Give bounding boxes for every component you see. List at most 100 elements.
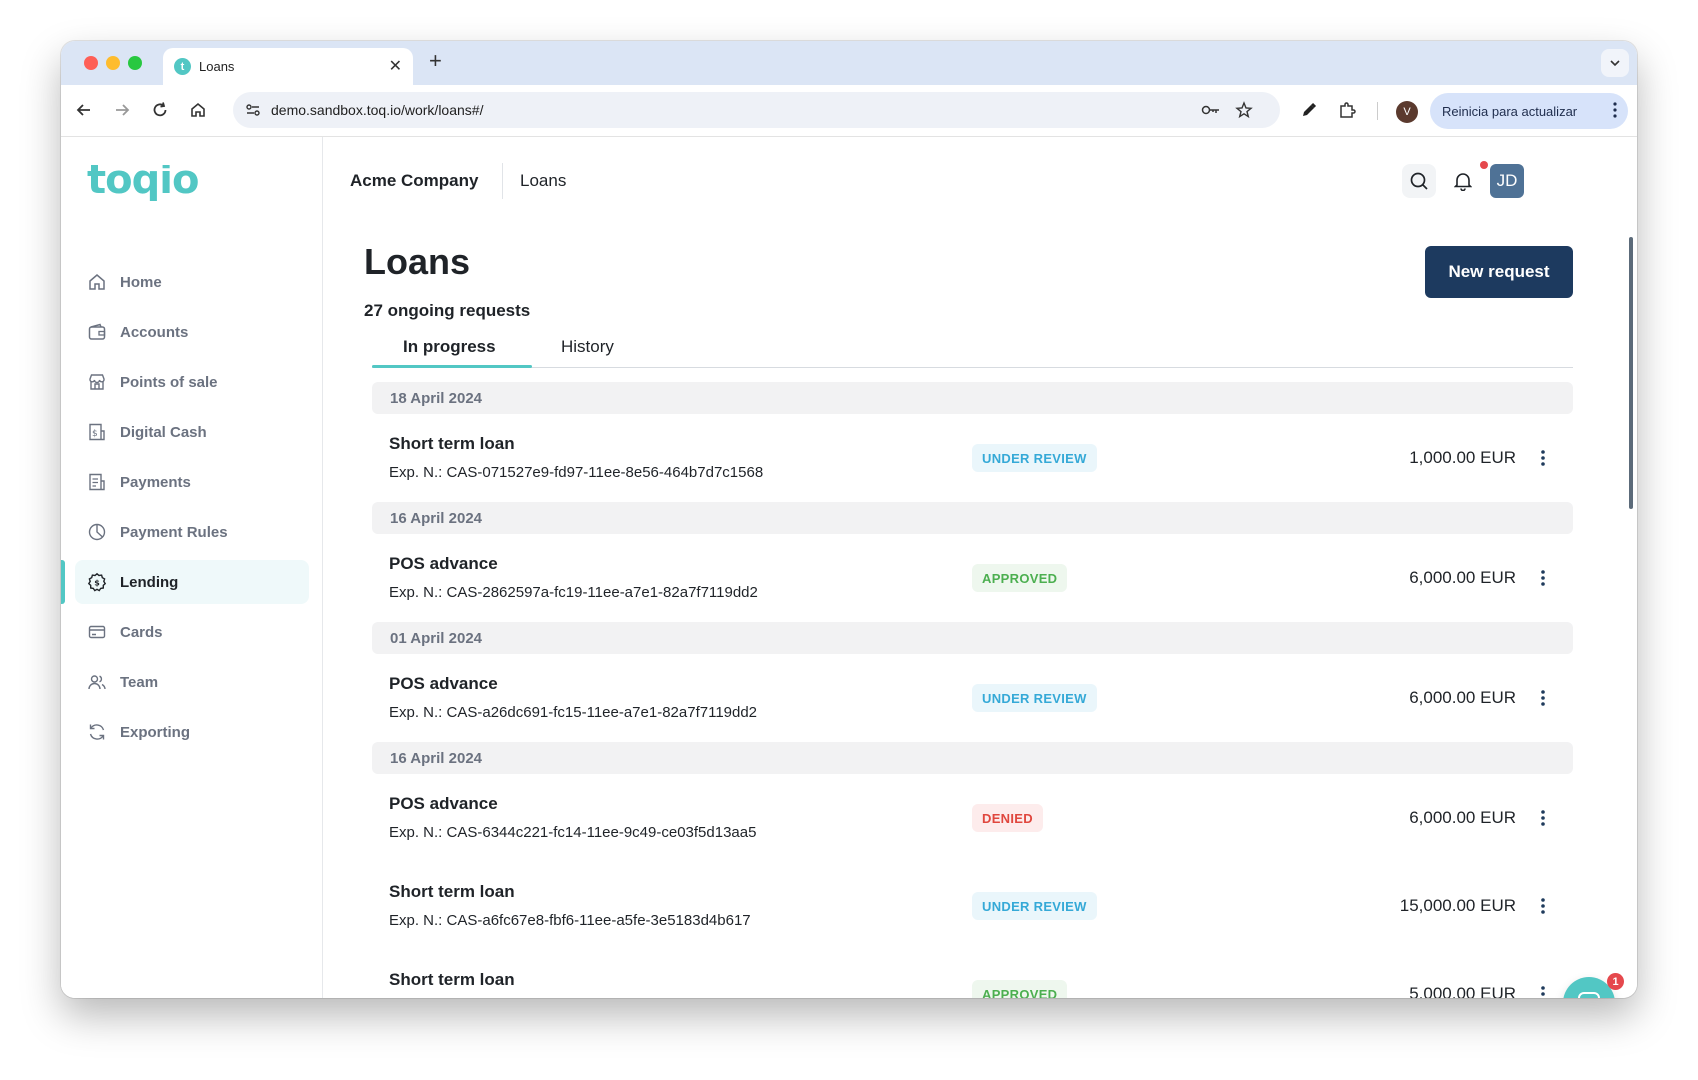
profile-avatar[interactable]: V	[1396, 101, 1418, 123]
loan-type: Short term loan	[389, 434, 515, 453]
more-vertical-icon	[1541, 986, 1545, 996]
loan-row[interactable]: POS advance Exp. N.: CAS-6344c221-fc14-1…	[372, 774, 1573, 862]
puzzle-icon	[1340, 102, 1356, 118]
loan-amount: 1,000.00 EUR	[1409, 448, 1516, 467]
reload-button[interactable]	[149, 99, 171, 121]
sidebar-item-digital-cash[interactable]: $ Digital Cash	[75, 410, 309, 454]
page-title: Loans	[364, 241, 471, 282]
loan-reference: Exp. N.: CAS-2862597a-fc19-11ee-a7e1-82a…	[389, 584, 758, 601]
sidebar-item-payments[interactable]: Payments	[75, 460, 309, 504]
minimize-window-button[interactable]	[106, 56, 120, 70]
loan-row[interactable]: Short term loan APPROVED 5,000.00 EUR	[372, 950, 1573, 998]
notification-dot	[1480, 161, 1488, 169]
sidebar-item-accounts[interactable]: Accounts	[75, 310, 309, 354]
sidebar-item-label: Cards	[120, 624, 163, 641]
sidebar-item-payment-rules[interactable]: Payment Rules	[75, 510, 309, 554]
notifications-button[interactable]	[1446, 164, 1480, 198]
extensions-button[interactable]	[1336, 99, 1358, 121]
status-badge: UNDER REVIEW	[972, 444, 1097, 472]
pie-chart-icon	[88, 523, 106, 541]
main-content: Acme Company Loans JD Loans 27 ongoing r…	[324, 137, 1637, 998]
close-window-button[interactable]	[84, 56, 98, 70]
receipt-icon	[89, 473, 105, 491]
desktop-background: t Loans ✕ + demo.sandbox.toq.io/work/loa…	[0, 0, 1698, 1080]
loan-type: POS advance	[389, 674, 498, 693]
refresh-icon	[89, 724, 105, 740]
more-vertical-icon	[1541, 690, 1545, 706]
sidebar-item-team[interactable]: Team	[75, 660, 309, 704]
close-tab-icon[interactable]: ✕	[389, 56, 402, 76]
sidebar-item-lending[interactable]: $ Lending	[75, 560, 309, 604]
page-scrollbar[interactable]	[1629, 237, 1633, 509]
row-actions-button[interactable]	[1533, 984, 1553, 998]
date-label: 16 April 2024	[390, 750, 482, 767]
sidebar-item-cards[interactable]: Cards	[75, 610, 309, 654]
more-vertical-icon	[1541, 898, 1545, 914]
loan-row[interactable]: POS advance Exp. N.: CAS-2862597a-fc19-1…	[372, 534, 1573, 622]
more-vertical-icon	[1541, 570, 1545, 586]
loan-type: Short term loan	[389, 970, 515, 989]
sidebar-item-label: Team	[120, 674, 159, 691]
tab-search-button[interactable]	[1601, 49, 1629, 77]
store-icon	[89, 374, 105, 390]
tab-history[interactable]: History	[561, 337, 614, 357]
bell-icon	[1454, 173, 1472, 191]
home-button[interactable]	[187, 99, 209, 121]
more-vertical-icon	[1541, 810, 1545, 826]
relaunch-button[interactable]: Reinicia para actualizar	[1430, 93, 1628, 129]
loan-amount: 15,000.00 EUR	[1399, 896, 1516, 915]
row-actions-button[interactable]	[1533, 568, 1553, 588]
sidebar-item-exporting[interactable]: Exporting	[75, 710, 309, 754]
site-settings-icon[interactable]	[245, 102, 261, 118]
toqio-logo-image: toqio	[87, 157, 199, 203]
browser-tab[interactable]: t Loans ✕	[163, 48, 413, 85]
company-name[interactable]: Acme Company	[350, 171, 478, 191]
more-vertical-icon	[1541, 450, 1545, 466]
loan-row[interactable]: Short term loan Exp. N.: CAS-a6fc67e8-fb…	[372, 862, 1573, 950]
date-group-header: 16 April 2024	[372, 502, 1573, 534]
loan-row[interactable]: Short term loan Exp. N.: CAS-071527e9-fd…	[372, 414, 1573, 502]
sidebar-item-label: Lending	[120, 574, 179, 591]
sidebar-item-home[interactable]: Home	[75, 260, 309, 304]
new-request-button[interactable]: New request	[1425, 246, 1573, 298]
loan-reference: Exp. N.: CAS-a6fc67e8-fbf6-11ee-a5fe-3e5…	[389, 912, 751, 929]
date-label: 18 April 2024	[390, 390, 482, 407]
more-vertical-icon	[1613, 102, 1617, 118]
row-actions-button[interactable]	[1533, 448, 1553, 468]
svg-text:$: $	[92, 429, 98, 439]
date-group-header: 16 April 2024	[372, 742, 1573, 774]
row-actions-button[interactable]	[1533, 808, 1553, 828]
user-avatar[interactable]: JD	[1490, 164, 1524, 198]
eyedropper-extension-button[interactable]	[1298, 99, 1320, 121]
key-icon[interactable]	[1201, 102, 1221, 118]
loan-row[interactable]: POS advance Exp. N.: CAS-a26dc691-fc15-1…	[372, 654, 1573, 742]
web-app: toqio Home Accounts Points of sale $ Dig…	[61, 137, 1637, 998]
search-icon	[1410, 172, 1428, 190]
breadcrumb-section: Loans	[520, 171, 567, 190]
row-actions-button[interactable]	[1533, 688, 1553, 708]
users-icon	[88, 675, 106, 690]
forward-button[interactable]	[111, 99, 133, 121]
address-bar[interactable]: demo.sandbox.toq.io/work/loans#/	[233, 92, 1280, 128]
row-actions-button[interactable]	[1533, 896, 1553, 916]
toqio-favicon-icon: t	[174, 58, 191, 75]
new-tab-button[interactable]: +	[429, 50, 442, 72]
toolbar-divider	[1377, 102, 1378, 120]
search-button[interactable]	[1402, 164, 1436, 198]
sidebar-item-label: Payments	[120, 474, 191, 491]
toqio-logo[interactable]: toqio	[87, 157, 242, 206]
star-icon[interactable]	[1235, 101, 1253, 119]
loan-amount: 6,000.00 EUR	[1409, 688, 1516, 707]
loan-amount: 6,000.00 EUR	[1409, 568, 1516, 587]
home-icon	[191, 102, 205, 117]
arrow-left-icon	[76, 104, 90, 116]
active-tab-indicator	[372, 365, 532, 368]
url-text: demo.sandbox.toq.io/work/loans#/	[271, 102, 484, 118]
sidebar-item-points-of-sale[interactable]: Points of sale	[75, 360, 309, 404]
browser-toolbar: demo.sandbox.toq.io/work/loans#/ V Reini…	[61, 85, 1637, 137]
maximize-window-button[interactable]	[128, 56, 142, 70]
tab-in-progress[interactable]: In progress	[403, 337, 496, 357]
loan-reference: Exp. N.: CAS-a26dc691-fc15-11ee-a7e1-82a…	[389, 704, 758, 721]
back-button[interactable]	[73, 99, 95, 121]
date-label: 01 April 2024	[390, 630, 482, 647]
